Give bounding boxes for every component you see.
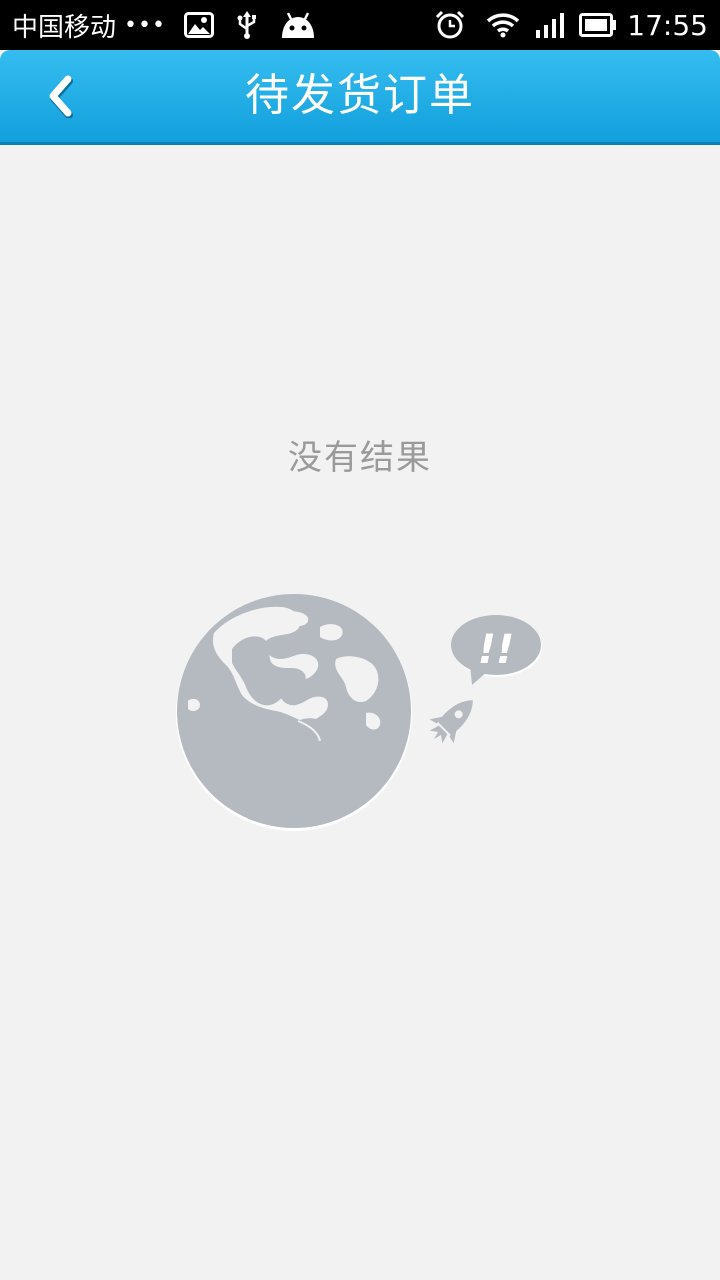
alarm-icon: [435, 10, 465, 40]
screen: 中国移动 ••• 17:55 待发货订单 没有结果 !!: [0, 0, 720, 1280]
status-right: 17:55: [435, 0, 708, 50]
globe-rocket-illustration: !!: [176, 594, 542, 831]
android-icon: [280, 12, 316, 38]
carrier-name: 中国移动: [12, 12, 117, 43]
gallery-icon: [183, 12, 214, 38]
battery-icon: [579, 13, 617, 37]
wifi-icon: [487, 12, 520, 38]
title-bar: 待发货订单: [0, 50, 720, 145]
clock: 17:55: [627, 8, 708, 42]
status-bar: 中国移动 ••• 17:55: [0, 0, 720, 50]
status-left: 中国移动 •••: [12, 0, 338, 50]
globe-icon: [176, 594, 412, 831]
back-button[interactable]: [30, 68, 90, 124]
usb-icon: [236, 11, 258, 39]
empty-state-message: 没有结果: [288, 438, 432, 478]
page-title: 待发货订单: [245, 70, 475, 121]
signal-dots: •••: [124, 12, 166, 38]
bubble-text: !!: [478, 627, 514, 673]
signal-icon: [535, 12, 565, 38]
rocket-icon: [429, 700, 473, 744]
chevron-left-icon: [49, 75, 73, 118]
speech-bubble-icon: !!: [451, 615, 542, 685]
